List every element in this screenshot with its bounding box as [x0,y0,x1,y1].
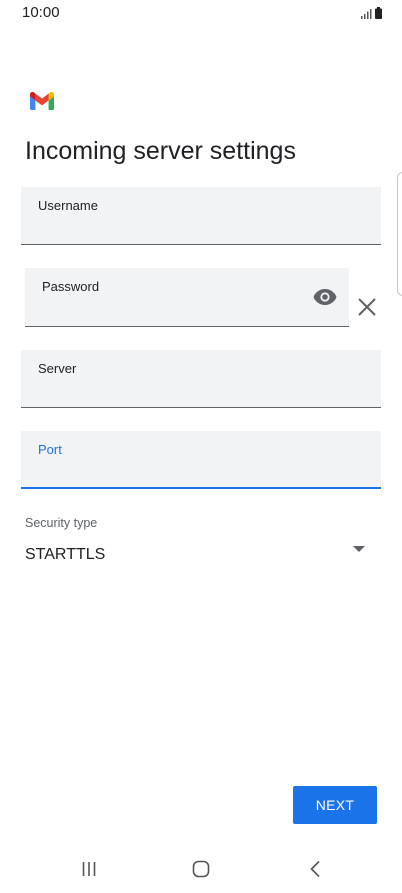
eye-icon[interactable] [313,288,337,306]
username-input[interactable] [38,216,338,238]
back-button[interactable] [295,853,335,885]
port-input[interactable] [38,459,338,481]
port-field[interactable]: Port [21,431,381,489]
scroll-indicator[interactable] [397,172,402,296]
gmail-logo-icon [30,92,54,110]
port-label: Port [38,442,62,457]
status-bar: 10:00 [0,0,402,28]
next-button[interactable]: NEXT [293,786,377,824]
status-time: 10:00 [22,4,60,21]
server-input[interactable] [38,379,338,401]
password-label: Password [42,279,100,294]
navigation-bar [0,845,402,893]
back-icon [310,860,320,878]
security-type-value: STARTTLS [25,546,106,563]
server-label: Server [38,361,77,376]
home-button[interactable] [181,853,221,885]
close-icon[interactable] [356,296,378,318]
battery-icon [375,7,382,19]
password-input[interactable] [42,298,306,320]
security-type-select[interactable]: STARTTLS [25,538,377,572]
signal-icon [361,9,372,19]
status-icons [361,7,382,19]
security-type-label: Security type [25,516,98,530]
server-field[interactable]: Server [21,350,381,408]
home-icon [192,860,210,878]
username-label: Username [38,198,98,213]
password-field[interactable]: Password [25,268,349,327]
dropdown-arrow-icon [353,546,365,552]
username-field[interactable]: Username [21,187,381,245]
recent-apps-button[interactable] [69,853,109,885]
recent-apps-icon [82,862,96,876]
page-title: Incoming server settings [25,137,296,165]
